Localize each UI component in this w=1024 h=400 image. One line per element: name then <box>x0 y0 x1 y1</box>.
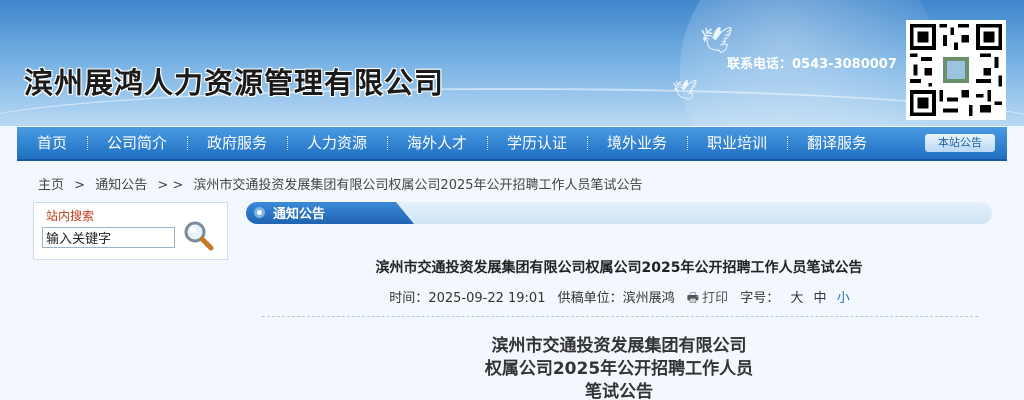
main-nav: 首页 公司简介 政府服务 人力资源 海外人才 学历认证 境外业务 职业培训 翻译… <box>17 127 1007 161</box>
nav-item-overseas-business[interactable]: 境外业务 <box>587 126 687 160</box>
body-heading-line: 笔试公告 <box>585 382 653 400</box>
dove-icon: 🕊 <box>672 78 698 102</box>
search-input[interactable] <box>42 227 175 248</box>
font-size-small-button[interactable]: 小 <box>837 291 850 306</box>
nav-item-home[interactable]: 首页 <box>17 126 87 160</box>
article-title: 滨州市交通投资发展集团有限公司权属公司2025年公开招聘工作人员笔试公告 <box>375 260 863 276</box>
site-search-box: 站内搜索 <box>33 202 228 260</box>
nav-item-degree-certification[interactable]: 学历认证 <box>487 126 587 160</box>
site-header: 🕊 🕊 滨州展鸿人力资源管理有限公司 联系电话：0543-3080007 <box>0 0 1024 126</box>
search-title: 站内搜索 <box>46 209 95 223</box>
site-title[interactable]: 滨州展鸿人力资源管理有限公司 <box>24 60 444 102</box>
body-heading-line: 滨州市交通投资发展集团有限公司 <box>491 336 747 356</box>
contact-phone: 联系电话：0543-3080007 <box>727 57 897 72</box>
breadcrumb-separator: > <box>74 178 86 193</box>
panel-title: 通知公告 <box>273 207 326 222</box>
article-body-heading: 滨州市交通投资发展集团有限公司 权属公司2025年公开招聘工作人员 笔试公告 <box>436 335 802 400</box>
nav-item-human-resources[interactable]: 人力资源 <box>287 126 387 160</box>
nav-item-government-services[interactable]: 政府服务 <box>187 126 287 160</box>
time-label: 时间：2025-09-22 19:01 <box>389 291 546 306</box>
body-heading-line: 权属公司2025年公开招聘工作人员 <box>484 359 754 379</box>
font-size-label: 字号： <box>740 291 780 306</box>
divider <box>262 316 978 317</box>
breadcrumb-section-link[interactable]: 通知公告 <box>95 178 147 193</box>
nav-item-translation-services[interactable]: 翻译服务 <box>787 126 887 160</box>
nav-item-about[interactable]: 公司简介 <box>87 126 187 160</box>
breadcrumb: 主页 > 通知公告 > > 滨州市交通投资发展集团有限公司权属公司2025年公开… <box>38 174 649 193</box>
font-size-large-button[interactable]: 大 <box>790 291 803 306</box>
nav-item-vocational-training[interactable]: 职业培训 <box>687 126 787 160</box>
article-meta: 时间：2025-09-22 19:01 供稿单位：滨州展鸿 🖶 打印 字号： 大 … <box>246 287 992 311</box>
bullet-icon <box>254 207 265 218</box>
qr-code-image <box>906 20 1006 120</box>
nav-item-overseas-talent[interactable]: 海外人才 <box>387 126 487 160</box>
site-announcement-button[interactable]: 本站公告 <box>925 134 995 152</box>
search-icon[interactable] <box>182 219 214 251</box>
panel-header-tab <box>246 202 414 224</box>
print-button[interactable]: 🖶 打印 <box>687 291 728 306</box>
breadcrumb-current: 滨州市交通投资发展集团有限公司权属公司2025年公开招聘工作人员笔试公告 <box>193 178 643 193</box>
source-label: 供稿单位：滨州展鸿 <box>557 291 675 306</box>
breadcrumb-home-link[interactable]: 主页 <box>38 178 64 193</box>
printer-icon: 🖶 <box>686 291 700 306</box>
dove-icon: 🕊 <box>700 26 734 56</box>
font-size-medium-button[interactable]: 中 <box>814 291 827 306</box>
breadcrumb-separator: > > <box>157 178 184 193</box>
